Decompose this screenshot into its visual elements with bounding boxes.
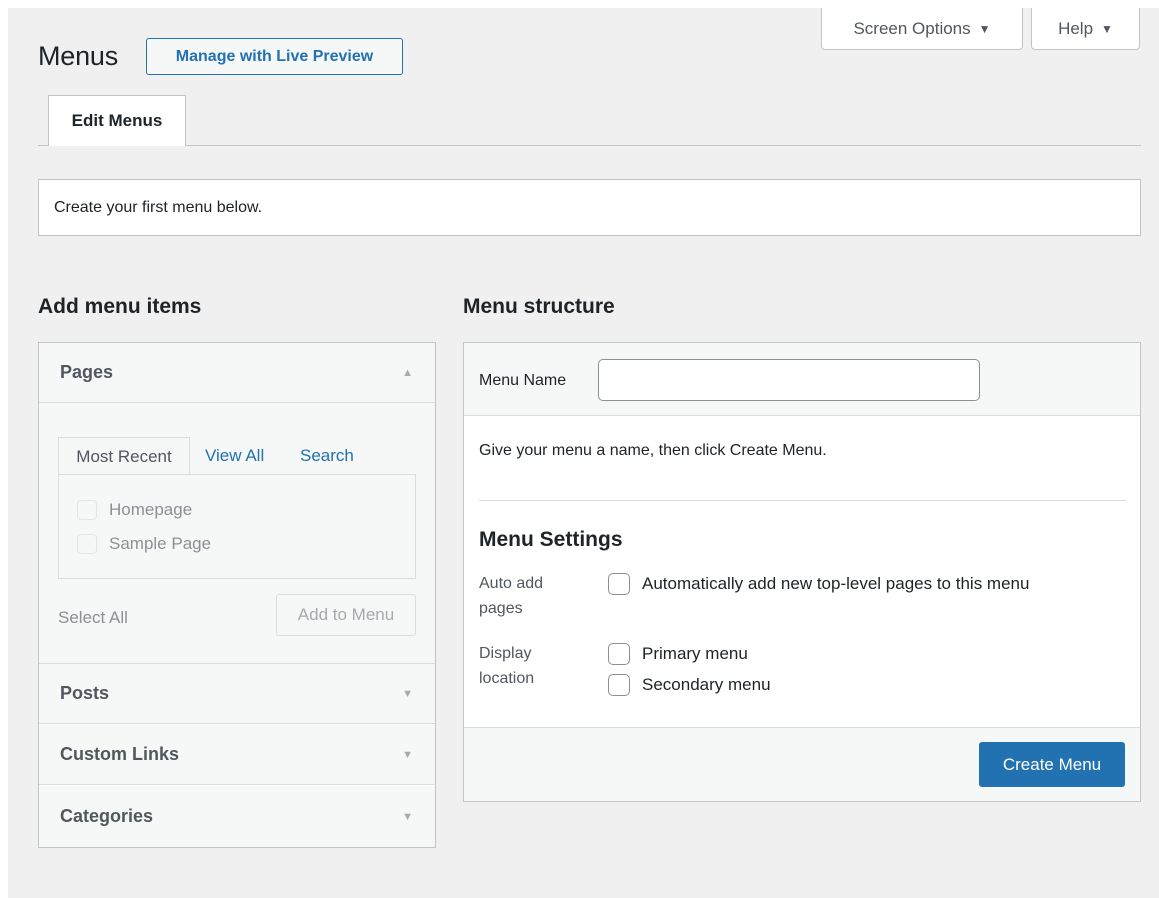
list-item-label: Sample Page [109,534,212,553]
chevron-down-icon: ▼ [1101,21,1113,36]
menu-instructions: Give your menu a name, then click Create… [479,442,827,459]
divider [479,500,1126,501]
chevron-up-icon: ▲ [402,366,413,379]
subtab-most-recent[interactable]: Most Recent [58,437,190,475]
accordion-custom-links-header[interactable]: Custom Links ▼ [39,725,435,785]
primary-menu-option[interactable]: Primary menu [608,643,748,665]
add-to-menu-button[interactable]: Add to Menu [276,594,416,636]
secondary-menu-checkbox[interactable] [608,674,630,696]
screen-options-label: Screen Options [853,18,971,38]
tab-edit-menus[interactable]: Edit Menus [48,95,186,146]
auto-add-checkbox[interactable] [608,573,630,595]
pages-checklist-panel: Homepage Sample Page [58,474,416,579]
help-label: Help [1058,18,1094,38]
page-title: Menus [38,41,119,71]
subtab-search[interactable]: Search [300,446,354,466]
display-location-label-line1: Display [479,645,532,662]
primary-menu-checkbox[interactable] [608,643,630,665]
menu-settings-heading: Menu Settings [479,528,623,551]
display-location-label: Display location [479,641,534,691]
checkbox[interactable] [77,534,97,554]
accordion-categories-title: Categories [60,806,154,826]
auto-add-label-line2: pages [479,600,523,617]
menu-name-label: Menu Name [479,372,567,389]
screen-options-button[interactable]: Screen Options ▼ [821,8,1023,50]
primary-menu-label: Primary menu [642,644,748,663]
chevron-down-icon: ▼ [402,687,413,700]
menu-structure-heading: Menu structure [463,295,615,318]
accordion-pages-title: Pages [60,362,114,382]
accordion-custom-links-title: Custom Links [60,744,180,764]
nav-tab-divider [38,145,1141,146]
checkbox[interactable] [77,500,97,520]
select-all-link[interactable]: Select All [58,608,128,628]
notice-message: Create your first menu below. [38,179,1141,236]
subtab-view-all[interactable]: View All [205,446,264,466]
list-item[interactable]: Homepage [77,500,192,520]
secondary-menu-label: Secondary menu [642,675,771,694]
chevron-down-icon: ▼ [402,748,413,761]
create-menu-button[interactable]: Create Menu [979,742,1125,787]
menu-structure-panel: Menu Name Give your menu a name, then cl… [463,342,1141,802]
add-menu-items-accordion: Pages ▲ Most Recent View All Search Home… [38,342,436,848]
manage-live-preview-button[interactable]: Manage with Live Preview [146,38,403,75]
secondary-menu-option[interactable]: Secondary menu [608,674,771,696]
list-item[interactable]: Sample Page [77,534,211,554]
auto-add-pages-label: Auto add pages [479,571,543,621]
chevron-down-icon: ▼ [978,21,991,36]
accordion-pages-header[interactable]: Pages ▲ [39,343,435,403]
menu-name-input[interactable] [598,359,980,401]
auto-add-option-label: Automatically add new top-level pages to… [642,574,1030,593]
list-item-label: Homepage [109,500,193,519]
menu-name-bar: Menu Name [464,343,1140,416]
chevron-down-icon: ▼ [402,810,413,823]
display-location-label-line2: location [479,670,535,687]
accordion-posts-header[interactable]: Posts ▼ [39,664,435,724]
add-menu-items-heading: Add menu items [38,295,202,318]
auto-add-label-line1: Auto add [479,575,544,592]
menu-panel-footer: Create Menu [464,727,1140,801]
accordion-pages-body: Most Recent View All Search Homepage Sam… [39,403,435,664]
auto-add-option[interactable]: Automatically add new top-level pages to… [608,573,1029,595]
admin-content: Screen Options ▼ Help ▼ Menus Manage wit… [8,8,1159,898]
notice-text: Create your first menu below. [54,198,263,216]
help-button[interactable]: Help ▼ [1031,8,1140,50]
accordion-posts-title: Posts [60,683,110,703]
subtab-most-recent-label: Most Recent [76,446,172,466]
accordion-categories-header[interactable]: Categories ▼ [39,786,435,847]
